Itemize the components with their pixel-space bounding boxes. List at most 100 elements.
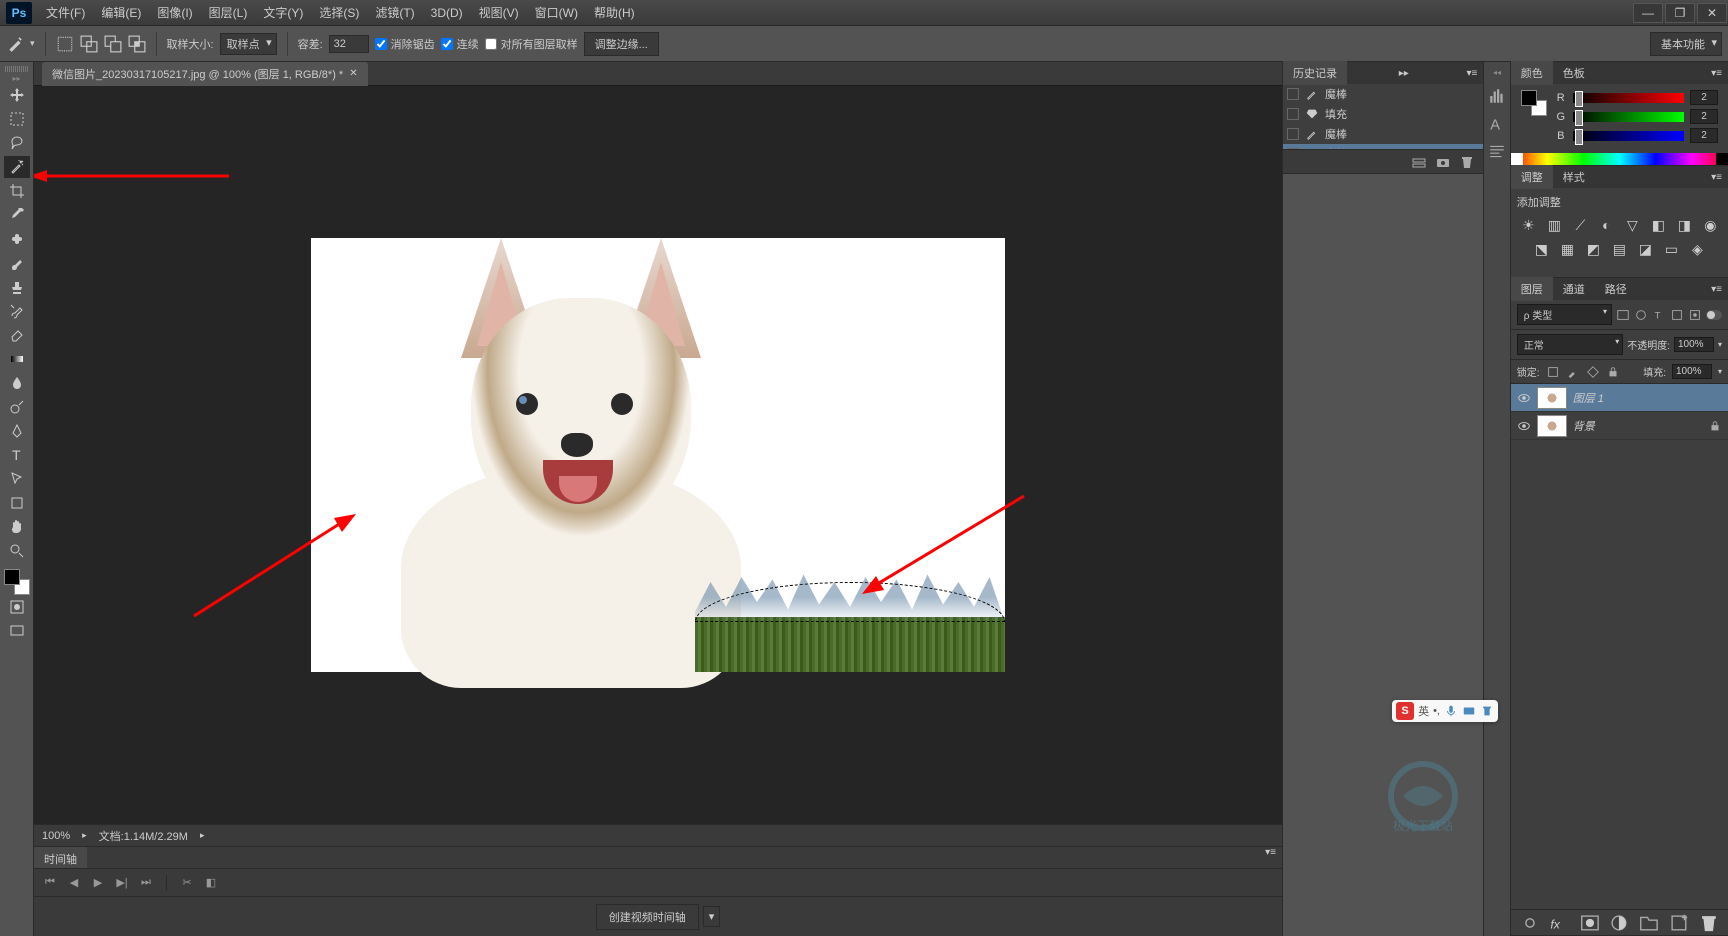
ime-lang[interactable]: 英 <box>1418 703 1429 719</box>
channels-tab[interactable]: 通道 <box>1553 277 1595 301</box>
blend-mode-select[interactable]: 正常 <box>1517 334 1623 355</box>
opacity-input[interactable]: 100% <box>1674 337 1714 352</box>
all-layers-checkbox[interactable]: 对所有图层取样 <box>485 36 578 52</box>
hue-icon[interactable]: ◧ <box>1648 216 1668 234</box>
r-slider[interactable] <box>1573 93 1684 103</box>
r-value[interactable]: 2 <box>1690 90 1718 105</box>
menu-select[interactable]: 选择(S) <box>311 0 367 25</box>
contiguous-checkbox[interactable]: 连续 <box>441 36 479 52</box>
menu-view[interactable]: 视图(V) <box>471 0 527 25</box>
screen-mode-tool[interactable] <box>4 620 30 642</box>
lasso-tool[interactable] <box>4 132 30 154</box>
menu-help[interactable]: 帮助(H) <box>586 0 643 25</box>
fill-input[interactable]: 100% <box>1672 364 1712 379</box>
toolbar-grip[interactable] <box>5 66 29 72</box>
layer-filter-select[interactable]: ρ 类型 <box>1517 304 1612 325</box>
layer-row[interactable]: 背景 <box>1511 412 1728 440</box>
history-brush-tool[interactable] <box>4 300 30 322</box>
ime-punct-icon[interactable]: •, <box>1433 705 1440 717</box>
paragraph-icon[interactable] <box>1488 143 1506 161</box>
tolerance-input[interactable] <box>329 35 369 53</box>
color-tab[interactable]: 颜色 <box>1511 61 1553 85</box>
visibility-icon[interactable] <box>1517 419 1531 433</box>
menu-file[interactable]: 文件(F) <box>38 0 93 25</box>
document-tab[interactable]: 微信图片_20230317105217.jpg @ 100% (图层 1, RG… <box>42 62 368 86</box>
swatches-tab[interactable]: 色板 <box>1553 61 1595 85</box>
path-select-tool[interactable] <box>4 468 30 490</box>
b-value[interactable]: 2 <box>1690 128 1718 143</box>
layer-thumbnail[interactable] <box>1537 387 1567 409</box>
filter-type-icon[interactable]: T <box>1652 308 1666 322</box>
styles-tab[interactable]: 样式 <box>1553 165 1595 189</box>
posterize-icon[interactable]: ▤ <box>1609 240 1629 258</box>
link-layers-icon[interactable] <box>1519 912 1541 934</box>
history-collapse-icon[interactable]: ▸▸ <box>1393 68 1415 79</box>
group-icon[interactable] <box>1638 912 1660 934</box>
ime-keyboard-icon[interactable] <box>1462 704 1476 718</box>
dodge-tool[interactable] <box>4 396 30 418</box>
photo-filter-icon[interactable]: ◉ <box>1700 216 1720 234</box>
layers-tab[interactable]: 图层 <box>1511 277 1553 301</box>
ime-skin-icon[interactable] <box>1480 704 1494 718</box>
bw-icon[interactable]: ◨ <box>1674 216 1694 234</box>
filter-image-icon[interactable] <box>1616 308 1630 322</box>
lock-paint-icon[interactable] <box>1566 365 1580 379</box>
color-lookup-icon[interactable]: ▦ <box>1557 240 1577 258</box>
type-tool[interactable]: T <box>4 444 30 466</box>
minimize-button[interactable]: — <box>1633 3 1663 23</box>
menu-3d[interactable]: 3D(D) <box>423 2 471 24</box>
stamp-tool[interactable] <box>4 276 30 298</box>
zoom-level[interactable]: 100% <box>42 830 70 842</box>
filter-adjust-icon[interactable] <box>1634 308 1648 322</box>
g-value[interactable]: 2 <box>1690 109 1718 124</box>
color-spectrum[interactable] <box>1511 153 1728 165</box>
new-layer-icon[interactable] <box>1668 912 1690 934</box>
shape-tool[interactable] <box>4 492 30 514</box>
filter-toggle[interactable] <box>1706 310 1722 320</box>
levels-icon[interactable]: ▥ <box>1544 216 1564 234</box>
brightness-icon[interactable]: ☀ <box>1518 216 1538 234</box>
hand-tool[interactable] <box>4 516 30 538</box>
lock-pixels-icon[interactable] <box>1546 365 1560 379</box>
layer-name[interactable]: 背景 <box>1573 418 1595 434</box>
gradient-map-icon[interactable]: ▭ <box>1661 240 1681 258</box>
intersect-selection-icon[interactable] <box>128 35 146 53</box>
add-selection-icon[interactable] <box>80 35 98 53</box>
antialias-checkbox[interactable]: 消除锯齿 <box>375 36 435 52</box>
prev-frame-icon[interactable]: ◀ <box>66 875 82 891</box>
fx-icon[interactable]: fx <box>1549 912 1571 934</box>
close-button[interactable]: ✕ <box>1697 3 1727 23</box>
goto-last-icon[interactable]: ⏭ <box>138 875 154 891</box>
invert-icon[interactable]: ◩ <box>1583 240 1603 258</box>
refine-edge-button[interactable]: 调整边缘... <box>584 32 659 56</box>
channel-mixer-icon[interactable]: ⬔ <box>1531 240 1551 258</box>
quick-mask-tool[interactable] <box>4 596 30 618</box>
histogram-icon[interactable] <box>1488 87 1506 105</box>
canvas[interactable] <box>311 238 1005 672</box>
move-tool[interactable] <box>4 84 30 106</box>
filter-smart-icon[interactable] <box>1688 308 1702 322</box>
visibility-icon[interactable] <box>1517 391 1531 405</box>
crop-tool[interactable] <box>4 180 30 202</box>
trash-icon[interactable] <box>1459 154 1475 170</box>
menu-edit[interactable]: 编辑(E) <box>93 0 149 25</box>
new-snapshot-icon[interactable] <box>1411 154 1427 170</box>
foreground-background-swatch[interactable] <box>4 569 30 595</box>
workspace-switcher[interactable]: 基本功能 <box>1650 32 1722 56</box>
goto-first-icon[interactable]: ⏮ <box>42 875 58 891</box>
adjustment-layer-icon[interactable] <box>1608 912 1630 934</box>
timeline-menu-icon[interactable]: ▾≡ <box>1259 847 1282 868</box>
timeline-dropdown-icon[interactable]: ▾ <box>703 906 721 927</box>
restore-button[interactable]: ❐ <box>1665 3 1695 23</box>
delete-layer-icon[interactable] <box>1698 912 1720 934</box>
color-menu-icon[interactable]: ▾≡ <box>1705 68 1728 79</box>
character-icon[interactable]: A <box>1488 115 1506 133</box>
history-tab[interactable]: 历史记录 <box>1283 61 1347 85</box>
layer-thumbnail[interactable] <box>1537 415 1567 437</box>
brush-tool[interactable] <box>4 252 30 274</box>
layer-name[interactable]: 图层 1 <box>1573 390 1604 406</box>
lock-position-icon[interactable] <box>1586 365 1600 379</box>
history-item[interactable]: 魔棒 <box>1283 84 1483 104</box>
next-frame-icon[interactable]: ▶| <box>114 875 130 891</box>
transition-icon[interactable]: ◧ <box>203 875 219 891</box>
